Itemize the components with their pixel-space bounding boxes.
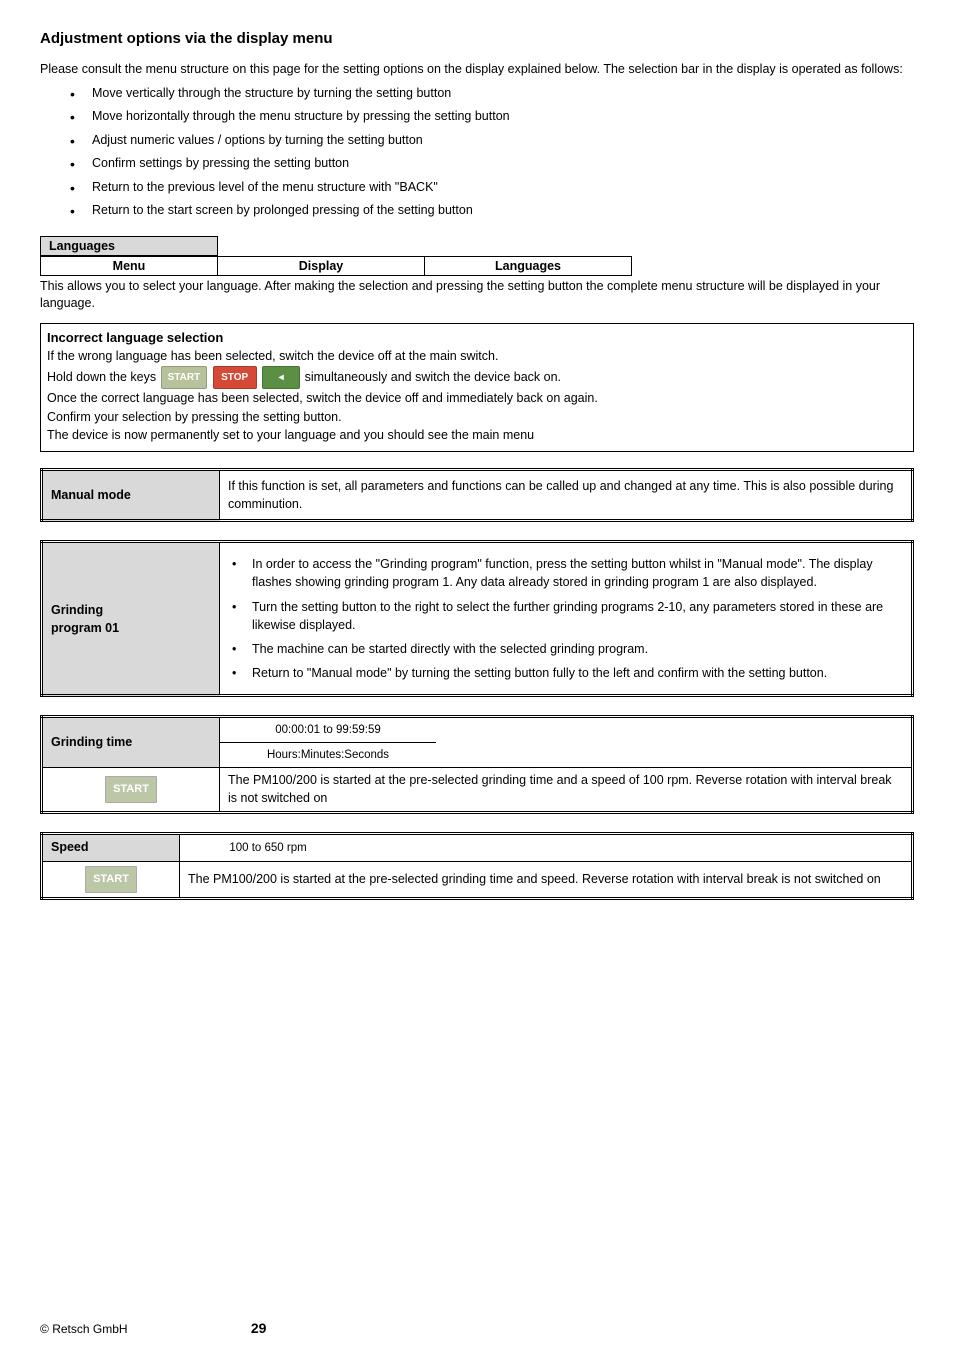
- intro-text: Please consult the menu structure on thi…: [40, 61, 914, 79]
- grinding-program-label-l2: program 01: [51, 621, 119, 635]
- languages-cell: Languages: [425, 256, 632, 275]
- grinding-program-body: In order to access the "Grinding program…: [220, 542, 913, 696]
- list-item: Adjust numeric values / options by turni…: [70, 132, 914, 150]
- list-item: The machine can be started directly with…: [228, 640, 903, 658]
- display-cell: Display: [218, 256, 425, 275]
- grinding-program-label-l1: Grinding: [51, 603, 103, 617]
- list-item: In order to access the "Grinding program…: [228, 555, 903, 591]
- grinding-time-note: The PM100/200 is started at the pre-sele…: [220, 768, 913, 813]
- list-item: Confirm settings by pressing the setting…: [70, 155, 914, 173]
- start-chip-cell: START: [42, 861, 180, 898]
- start-icon: START: [105, 776, 157, 803]
- grinding-time-table: Grinding time 00:00:01 to 99:59:59 Hours…: [40, 715, 914, 814]
- instruction-list: Move vertically through the structure by…: [70, 85, 914, 220]
- warn-line-buttons: Hold down the keys START STOP ◂ simultan…: [47, 366, 907, 389]
- start-chip-cell: START: [42, 768, 220, 813]
- languages-note: This allows you to select your language.…: [40, 278, 914, 313]
- grinding-program-label: Grinding program 01: [42, 542, 220, 696]
- company-name: Retsch GmbH: [52, 1322, 127, 1336]
- list-item: Return to the start screen by prolonged …: [70, 202, 914, 220]
- speed-range: 100 to 650 rpm: [180, 834, 357, 862]
- speed-empty: [356, 834, 913, 862]
- open-icon: ◂: [262, 366, 300, 389]
- grinding-program-table: Grinding program 01 In order to access t…: [40, 540, 914, 697]
- menu-cell: Menu: [41, 256, 218, 275]
- manual-mode-table: Manual mode If this function is set, all…: [40, 468, 914, 522]
- list-item: Return to "Manual mode" by turning the s…: [228, 664, 903, 682]
- warn-prehold: Hold down the keys: [47, 370, 160, 384]
- page-footer: © Retsch GmbH 29: [40, 1320, 914, 1336]
- stop-icon: STOP: [213, 366, 257, 389]
- page-title: Adjustment options via the display menu: [40, 30, 914, 47]
- copyright-symbol: ©: [40, 1322, 52, 1336]
- warn-line: The device is now permanently set to you…: [47, 426, 907, 445]
- warn-line: If the wrong language has been selected,…: [47, 347, 907, 366]
- start-icon: START: [85, 866, 137, 893]
- speed-table: Speed 100 to 650 rpm START The PM100/200…: [40, 832, 914, 900]
- incorrect-language-box: Incorrect language selection If the wron…: [40, 323, 914, 453]
- manual-mode-text: If this function is set, all parameters …: [220, 470, 913, 521]
- warn-line: Once the correct language has been selec…: [47, 389, 907, 408]
- start-icon: START: [161, 366, 208, 389]
- speed-label: Speed: [42, 834, 180, 862]
- list-item: Turn the setting button to the right to …: [228, 598, 903, 634]
- manual-mode-label: Manual mode: [42, 470, 220, 521]
- languages-table: Languages: [40, 236, 218, 256]
- speed-note: The PM100/200 is started at the pre-sele…: [180, 861, 913, 898]
- warn-posthold: simultaneously and switch the device bac…: [305, 370, 561, 384]
- grinding-time-label: Grinding time: [42, 717, 220, 768]
- warn-line: Confirm your selection by pressing the s…: [47, 408, 907, 427]
- list-item: Move vertically through the structure by…: [70, 85, 914, 103]
- list-item: Move horizontally through the menu struc…: [70, 108, 914, 126]
- grinding-time-range: 00:00:01 to 99:59:59: [220, 717, 437, 743]
- languages-header: Languages: [41, 236, 218, 255]
- grinding-time-empty: [436, 717, 913, 768]
- page-number: 29: [251, 1320, 267, 1336]
- warn-title: Incorrect language selection: [47, 328, 907, 348]
- languages-row: Menu Display Languages: [40, 256, 632, 276]
- list-item: Return to the previous level of the menu…: [70, 179, 914, 197]
- grinding-time-unit: Hours:Minutes:Seconds: [220, 743, 437, 768]
